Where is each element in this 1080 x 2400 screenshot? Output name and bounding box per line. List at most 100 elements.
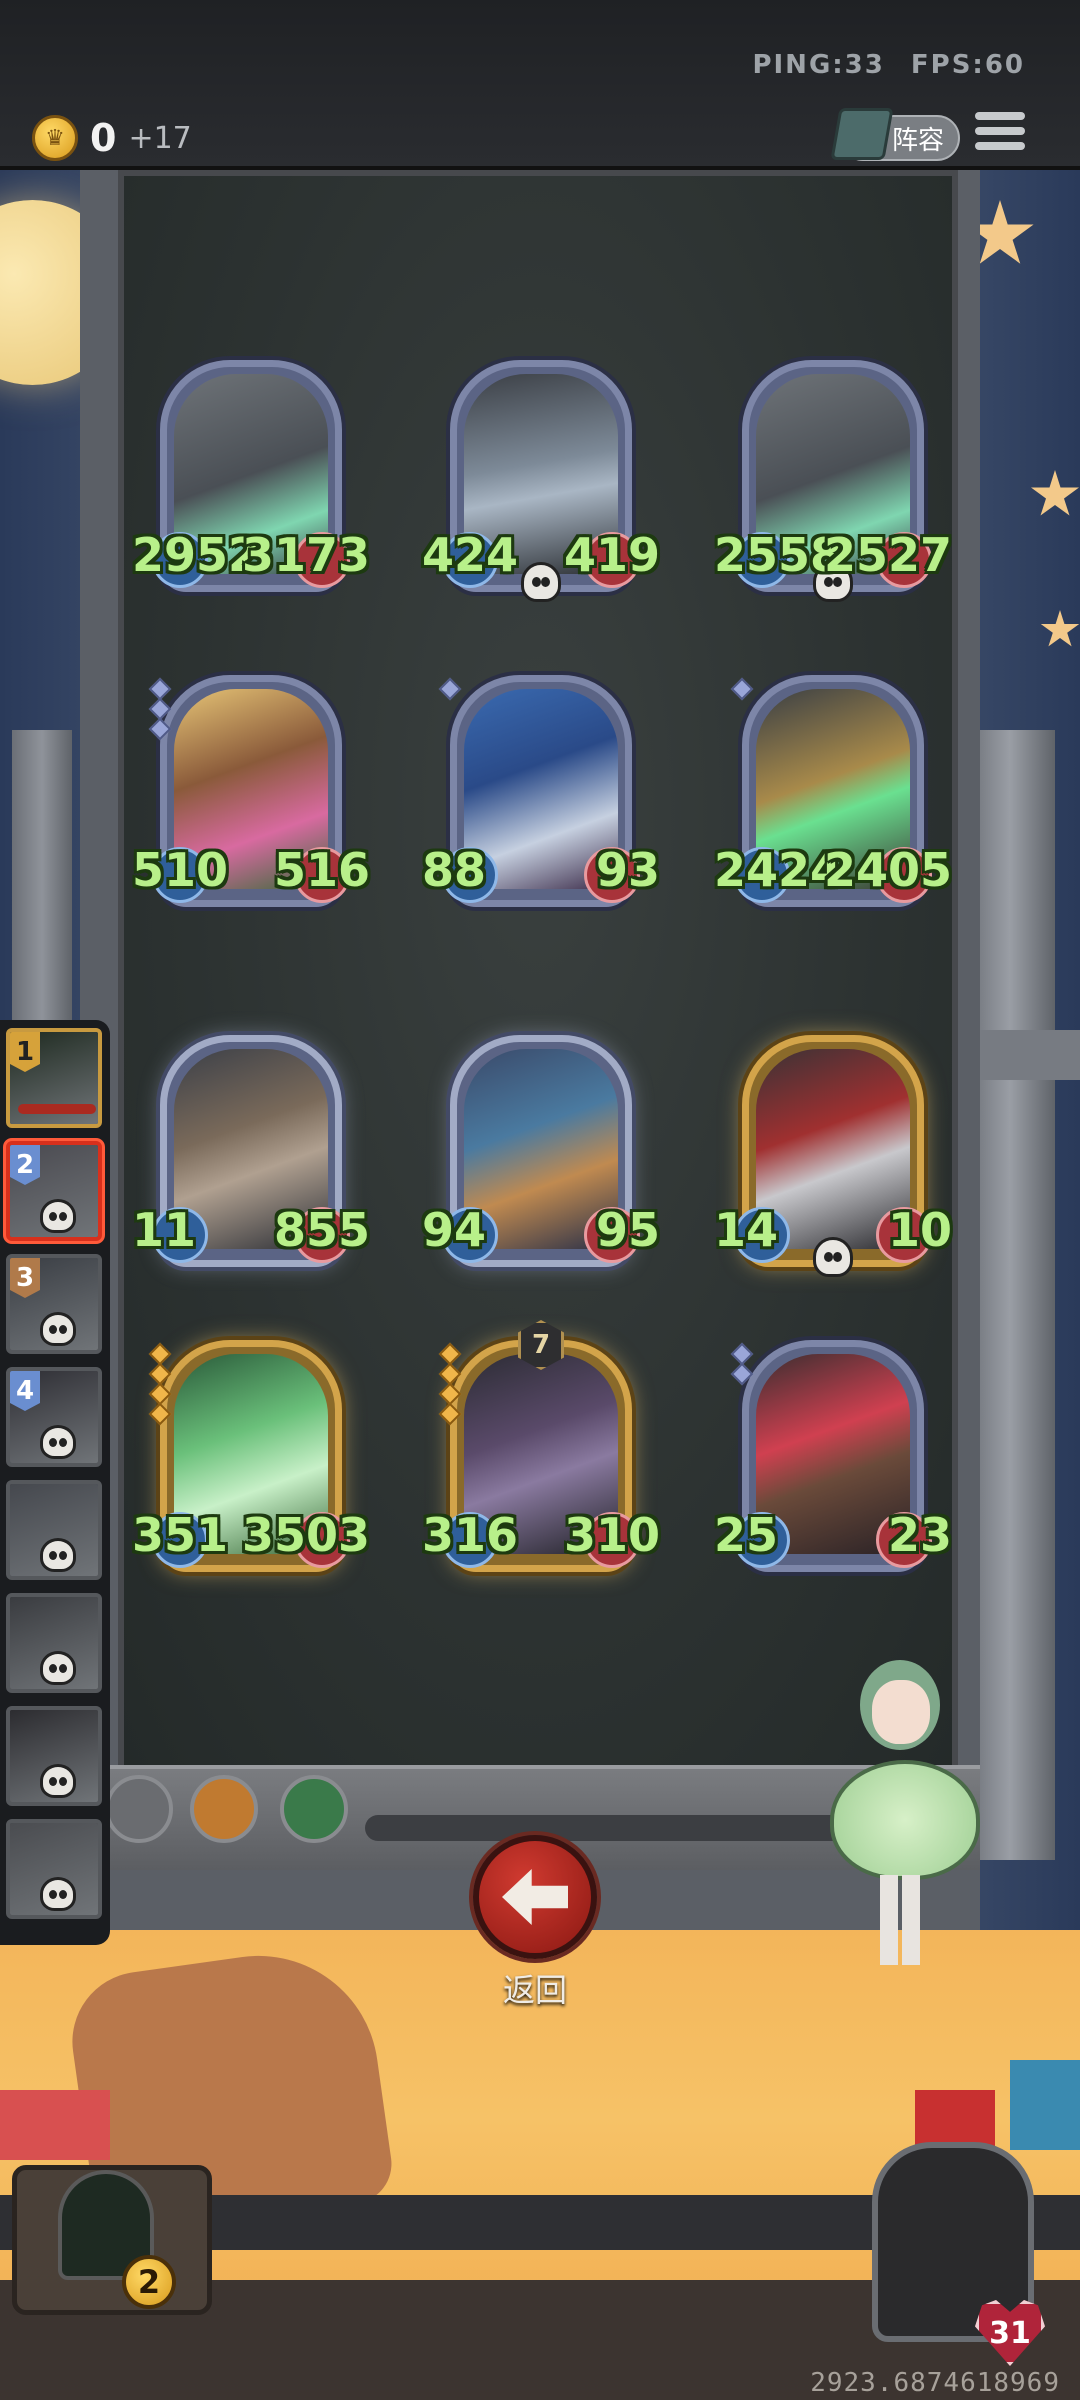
menu-button[interactable] bbox=[975, 112, 1025, 158]
eliminated-skull-icon bbox=[40, 1538, 76, 1572]
menu-bar bbox=[975, 142, 1025, 150]
gold-income: +17 bbox=[128, 120, 192, 156]
rank-badge: 1 bbox=[10, 1032, 40, 1072]
tier-diamond-icon bbox=[730, 1362, 754, 1386]
tier-diamonds bbox=[438, 677, 462, 701]
roster-slot[interactable]: 1 bbox=[6, 1028, 102, 1128]
hero-card[interactable]: 14 10 bbox=[714, 1035, 952, 1277]
roster-slot[interactable]: 2 bbox=[6, 1141, 102, 1241]
hero-card[interactable]: 88 93 bbox=[422, 675, 660, 907]
crown-coin-icon: ♛ bbox=[32, 115, 78, 161]
character-dress bbox=[830, 1760, 980, 1880]
attack-value: 424 bbox=[422, 528, 519, 582]
eliminated-skull-icon bbox=[40, 1312, 76, 1346]
toy-block bbox=[915, 2090, 995, 2150]
roster-slot[interactable] bbox=[6, 1819, 102, 1919]
shelf-gear-icon bbox=[105, 1775, 173, 1843]
hero-card[interactable]: 7 316 310 bbox=[422, 1320, 660, 1572]
hero-card[interactable]: 2952 3173 bbox=[132, 360, 370, 592]
build-version: 2923.6874618969 bbox=[810, 2368, 1060, 2398]
eliminated-skull-icon bbox=[40, 1651, 76, 1685]
hero-card[interactable]: 510 516 bbox=[132, 675, 370, 907]
health-value: 855 bbox=[273, 1203, 370, 1257]
ping-readout: PING:33 bbox=[752, 50, 885, 80]
roster-slot[interactable] bbox=[6, 1593, 102, 1693]
tier-diamonds bbox=[730, 677, 754, 701]
roster-slot[interactable]: 3 bbox=[6, 1254, 102, 1354]
health-value: 516 bbox=[273, 843, 370, 897]
shelf-ring-icon bbox=[190, 1775, 258, 1843]
attack-value: 510 bbox=[132, 843, 229, 897]
roster-slot[interactable]: 4 bbox=[6, 1367, 102, 1467]
eliminated-skull-icon bbox=[40, 1425, 76, 1459]
health-value: 3503 bbox=[241, 1508, 370, 1562]
eliminated-skull-icon bbox=[40, 1764, 76, 1798]
attack-value: 25 bbox=[714, 1508, 779, 1562]
health-value: 23 bbox=[887, 1508, 952, 1562]
tier-diamond-icon bbox=[148, 717, 172, 741]
health-value: 2405 bbox=[823, 843, 952, 897]
tier-diamond-icon bbox=[148, 1402, 172, 1426]
bag-count-badge: 2 bbox=[122, 2255, 176, 2309]
health-value: 3173 bbox=[241, 528, 370, 582]
attack-value: 2424 bbox=[714, 843, 843, 897]
menu-bar bbox=[975, 112, 1025, 120]
book-icon bbox=[830, 108, 894, 160]
health-value: 310 bbox=[563, 1508, 660, 1562]
tier-diamond-icon bbox=[438, 1402, 462, 1426]
tier-diamond-icon bbox=[730, 677, 754, 701]
back-arrow-icon bbox=[502, 1869, 568, 1925]
skull-icon bbox=[521, 562, 561, 602]
attack-value: 2952 bbox=[132, 528, 261, 582]
character-legs bbox=[880, 1875, 920, 1965]
hero-card[interactable]: 25 23 bbox=[714, 1340, 952, 1572]
roster-slot[interactable] bbox=[6, 1706, 102, 1806]
roster-slot[interactable] bbox=[6, 1480, 102, 1580]
top-hud: PING:33 FPS:60 ♛ 0 +17 阵容 bbox=[0, 0, 1080, 170]
eliminated-skull-icon bbox=[40, 1199, 76, 1233]
rank-badge: 3 bbox=[10, 1258, 40, 1298]
eliminated-skull-icon bbox=[40, 1877, 76, 1911]
health-value: 419 bbox=[563, 528, 660, 582]
hero-card[interactable]: 424 419 bbox=[422, 360, 660, 602]
back-button[interactable] bbox=[473, 1835, 597, 1959]
character-face bbox=[872, 1680, 930, 1744]
tier-diamond-icon bbox=[438, 677, 462, 701]
hero-card[interactable]: 11 855 bbox=[132, 1035, 370, 1267]
back-label: 返回 bbox=[502, 1971, 567, 2009]
hero-card[interactable]: 351 3503 bbox=[132, 1340, 370, 1572]
attack-value: 94 bbox=[422, 1203, 487, 1257]
attack-value: 14 bbox=[714, 1203, 779, 1257]
tier-diamonds bbox=[148, 1342, 172, 1426]
health-value: 2527 bbox=[823, 528, 952, 582]
toy-block bbox=[1010, 2060, 1080, 2150]
hero-card[interactable]: 2558 2527 bbox=[714, 360, 952, 602]
rank-badge: 4 bbox=[10, 1371, 40, 1411]
skull-icon bbox=[813, 1237, 853, 1277]
health-value: 95 bbox=[595, 1203, 660, 1257]
network-stats: PING:33 FPS:60 bbox=[726, 50, 1025, 80]
tier-diamonds bbox=[438, 1342, 462, 1426]
shelf-hex-icon bbox=[280, 1775, 348, 1843]
player-avatar-character bbox=[800, 1650, 1020, 1980]
attack-value: 316 bbox=[422, 1508, 519, 1562]
attack-value: 351 bbox=[132, 1508, 229, 1562]
hero-card[interactable]: 2424 2405 bbox=[714, 675, 952, 907]
player-health-value: 31 bbox=[989, 2315, 1031, 2351]
health-value: 10 bbox=[887, 1203, 952, 1257]
attack-value: 11 bbox=[132, 1203, 197, 1257]
rank-badge: 2 bbox=[10, 1145, 40, 1185]
menu-bar bbox=[975, 127, 1025, 135]
hero-card[interactable]: 94 95 bbox=[422, 1035, 660, 1267]
lineup-label: 阵容 bbox=[891, 125, 944, 156]
tier-diamonds bbox=[730, 1342, 754, 1386]
health-bar bbox=[18, 1104, 96, 1114]
health-value: 93 bbox=[595, 843, 660, 897]
gold-counter: ♛ 0 +17 bbox=[32, 115, 192, 161]
toy-block bbox=[0, 2090, 110, 2160]
attack-value: 88 bbox=[422, 843, 487, 897]
opponent-roster: 1 2 3 4 bbox=[0, 1020, 110, 1945]
tier-diamonds bbox=[148, 677, 172, 741]
fps-readout: FPS:60 bbox=[910, 50, 1025, 80]
attack-value: 2558 bbox=[714, 528, 843, 582]
